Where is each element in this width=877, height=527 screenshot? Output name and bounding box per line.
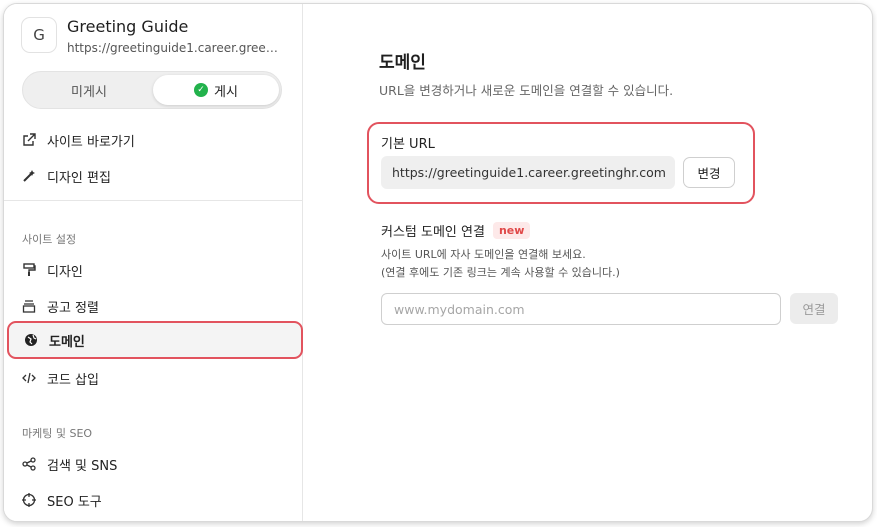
sidebar-item-label: 검색 및 SNS <box>47 458 118 474</box>
change-url-button[interactable]: 변경 <box>683 157 735 188</box>
share-icon <box>21 456 37 472</box>
sidebar-item-code-insert[interactable]: 코드 삽입 <box>21 364 291 392</box>
base-url-field: https://greetinguide1.career.greetinghr.… <box>381 156 675 189</box>
site-name: Greeting Guide <box>67 17 189 36</box>
sidebar-item-seo-tools[interactable]: SEO 도구 <box>21 486 291 514</box>
custom-domain-help-1: 사이트 URL에 자사 도메인을 연결해 보세요. <box>381 248 586 261</box>
publish-toggle[interactable]: 미게시 ✓ 게시 <box>22 71 282 109</box>
custom-domain-input[interactable] <box>381 293 781 325</box>
custom-domain-heading: 커스텀 도메인 연결 new <box>381 221 531 240</box>
sidebar-item-label: SEO 도구 <box>47 494 102 510</box>
sidebar-item-label: 사이트 바로가기 <box>47 134 135 150</box>
sidebar-item-design[interactable]: 디자인 <box>21 256 291 284</box>
sidebar-divider <box>4 200 303 201</box>
paint-roller-icon <box>21 262 37 278</box>
unpublished-option[interactable]: 미게시 <box>26 75 152 105</box>
site-settings-heading: 사이트 설정 <box>22 233 77 246</box>
sidebar-item-label: 코드 삽입 <box>47 372 99 388</box>
code-icon <box>21 370 37 386</box>
globe-icon <box>23 332 39 348</box>
sidebar-item-search-sns[interactable]: 검색 및 SNS <box>21 450 291 478</box>
marketing-seo-heading: 마케팅 및 SEO <box>22 427 93 440</box>
sidebar-item-job-order[interactable]: 공고 정렬 <box>21 292 291 320</box>
unpublished-label: 미게시 <box>71 84 107 100</box>
custom-domain-label: 커스텀 도메인 연결 <box>381 225 485 240</box>
page-subtitle: URL을 변경하거나 새로운 도메인을 연결할 수 있습니다. <box>379 83 674 98</box>
sidebar-item-label: 디자인 편집 <box>47 170 111 186</box>
site-logo: G <box>21 17 57 53</box>
main-content: 도메인 URL을 변경하거나 새로운 도메인을 연결할 수 있습니다. 기본 U… <box>304 4 872 521</box>
custom-domain-help-2: (연결 후에도 기존 링크는 계속 사용할 수 있습니다.) <box>381 266 620 279</box>
published-label: 게시 <box>214 84 238 100</box>
sidebar-item-label: 디자인 <box>47 264 83 280</box>
new-badge: new <box>492 222 531 239</box>
check-circle-icon: ✓ <box>194 83 209 97</box>
sidebar-item-visit-site[interactable]: 사이트 바로가기 <box>21 126 291 154</box>
site-header: G Greeting Guide https://greetinguide1.c… <box>21 17 296 63</box>
connect-button[interactable]: 연결 <box>790 293 838 324</box>
external-link-icon <box>21 132 37 148</box>
sidebar: G Greeting Guide https://greetinguide1.c… <box>4 4 303 521</box>
base-url-section: 기본 URL https://greetinguide1.career.gree… <box>367 122 755 204</box>
sidebar-item-label: 도메인 <box>49 334 85 350</box>
sidebar-item-edit-design[interactable]: 디자인 편집 <box>21 162 291 190</box>
base-url-label: 기본 URL <box>381 137 435 152</box>
sidebar-item-label: 공고 정렬 <box>47 300 99 316</box>
magic-wand-icon <box>21 168 37 184</box>
stack-icon <box>21 298 37 314</box>
app-window: G Greeting Guide https://greetinguide1.c… <box>3 3 873 522</box>
site-url: https://greetinguide1.career.greeting... <box>67 41 279 55</box>
crosshair-icon <box>21 492 37 508</box>
sidebar-item-domain[interactable]: 도메인 <box>7 321 303 359</box>
page-title: 도메인 <box>379 53 426 73</box>
published-option[interactable]: ✓ 게시 <box>153 75 279 105</box>
